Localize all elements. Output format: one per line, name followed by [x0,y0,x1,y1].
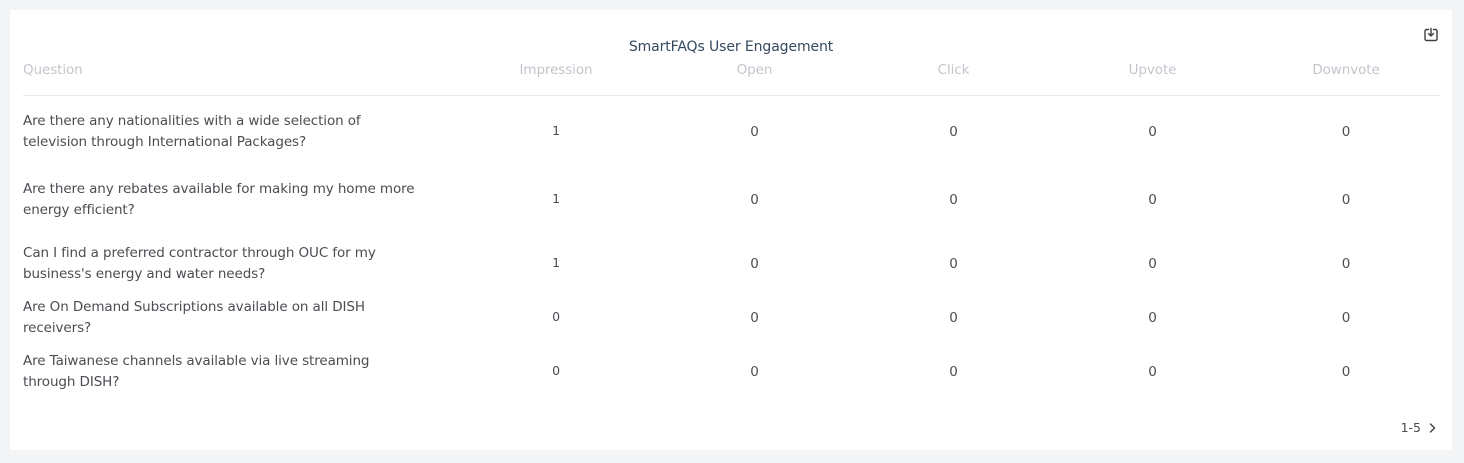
open-cell: 0 [750,364,759,380]
impression-cell: 1 [552,122,560,138]
engagement-table: Question Impression Open Click Upvote Do… [23,57,1440,404]
table-row: Are there any rebates available for maki… [23,168,1440,232]
downvote-cell: 0 [1341,124,1351,140]
open-cell: 0 [750,192,759,208]
question-cell: Are On Demand Subscriptions available on… [23,299,365,336]
click-cell: 0 [949,192,958,208]
pagination-range: 1-5 [1400,420,1421,435]
downvote-cell: 0 [1341,192,1351,208]
click-cell: 0 [949,364,958,380]
downvote-cell: 0 [1341,310,1351,326]
upvote-cell: 0 [1148,124,1157,140]
impression-cell: 1 [552,190,560,206]
column-header-open[interactable]: Open [655,57,854,96]
impression-cell: 1 [552,254,560,270]
upvote-cell: 0 [1148,310,1157,326]
open-cell: 0 [750,310,759,326]
downvote-cell: 0 [1341,256,1351,272]
table-header-row: Question Impression Open Click Upvote Do… [23,57,1440,96]
table-row: Are On Demand Subscriptions available on… [23,296,1440,340]
column-header-click[interactable]: Click [854,57,1053,96]
download-icon[interactable] [1423,27,1439,43]
column-header-question[interactable]: Question [23,57,457,96]
upvote-cell: 0 [1148,364,1157,380]
table-row: Are Taiwanese channels available via liv… [23,340,1440,404]
open-cell: 0 [750,124,759,140]
column-header-upvote[interactable]: Upvote [1053,57,1252,96]
impression-cell: 0 [552,308,560,324]
column-header-downvote[interactable]: Downvote [1252,57,1440,96]
click-cell: 0 [949,310,958,326]
question-cell: Are there any nationalities with a wide … [23,113,361,150]
upvote-cell: 0 [1148,256,1157,272]
question-cell: Are Taiwanese channels available via liv… [23,353,370,390]
question-cell: Can I find a preferred contractor throug… [23,245,376,282]
engagement-widget: SmartFAQs User Engagement Question Impre… [10,10,1452,450]
pagination: 1-5 [1401,420,1438,435]
impression-cell: 0 [552,362,560,378]
chevron-right-icon[interactable] [1426,422,1438,434]
table-row: Are there any nationalities with a wide … [23,96,1440,169]
click-cell: 0 [949,124,958,140]
question-cell: Are there any rebates available for maki… [23,181,415,218]
column-header-impression[interactable]: Impression [457,57,655,96]
downvote-cell: 0 [1341,364,1351,380]
table-row: Can I find a preferred contractor throug… [23,232,1440,296]
click-cell: 0 [949,256,958,272]
upvote-cell: 0 [1148,192,1157,208]
widget-title: SmartFAQs User Engagement [628,39,834,55]
open-cell: 0 [750,256,759,272]
